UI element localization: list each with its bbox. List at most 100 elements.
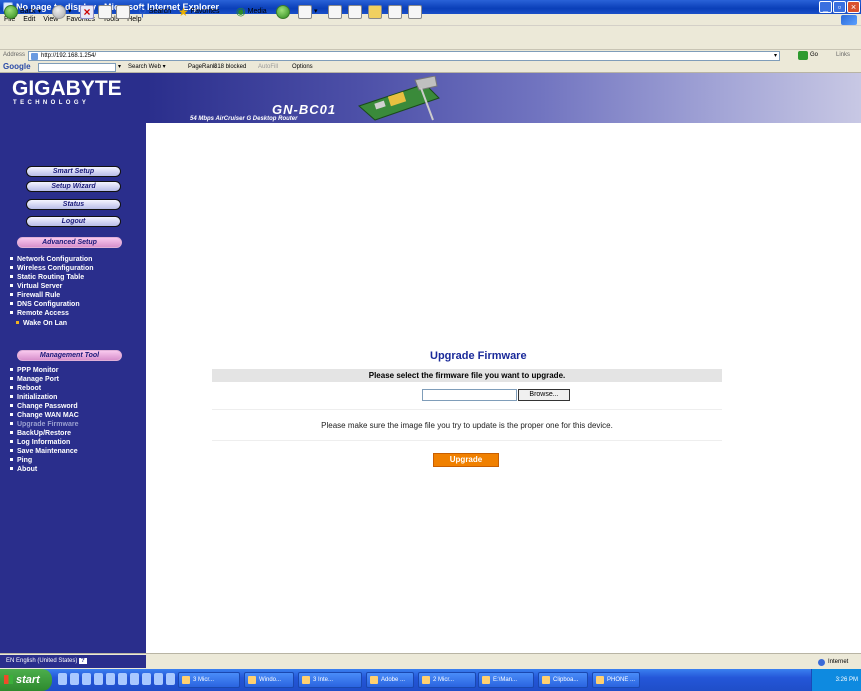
taskbar-item[interactable]: 3 Micr... xyxy=(178,672,240,688)
help-icon[interactable]: ? xyxy=(79,658,87,664)
nav-wireless-configuration[interactable]: Wireless Configuration xyxy=(10,265,94,273)
stop-button[interactable] xyxy=(80,4,94,20)
address-input[interactable]: http://192.168.1.254/ ▾ xyxy=(28,51,780,61)
nav-setup-wizard-button[interactable]: Setup Wizard xyxy=(26,181,121,192)
search-web-button[interactable]: Search Web ▾ xyxy=(128,61,166,73)
quick-launch xyxy=(58,673,175,685)
refresh-button[interactable] xyxy=(98,4,112,20)
popup-blocked-button[interactable]: 318 blocked xyxy=(214,61,246,73)
back-arrow-icon xyxy=(4,5,18,19)
favorites-button[interactable]: ★ Favorites xyxy=(178,4,220,20)
nav-wake-on-lan[interactable]: Wake On Lan xyxy=(16,320,67,328)
google-logo[interactable]: Google xyxy=(3,61,31,73)
options-button[interactable]: Options xyxy=(292,61,313,73)
close-button[interactable]: × xyxy=(847,1,860,13)
autofill-button[interactable]: AutoFill xyxy=(258,61,278,73)
nav-initialization[interactable]: Initialization xyxy=(10,394,57,402)
folder-button[interactable] xyxy=(368,4,382,20)
google-search-input[interactable] xyxy=(38,63,116,72)
google-search-dropdown-icon[interactable]: ▾ xyxy=(118,61,121,73)
print-button[interactable] xyxy=(328,4,342,20)
nav-change-wan-mac[interactable]: Change WAN MAC xyxy=(10,412,79,420)
nav-dns-configuration[interactable]: DNS Configuration xyxy=(10,301,80,309)
nav-remote-access[interactable]: Remote Access xyxy=(10,310,69,318)
history-button[interactable] xyxy=(276,4,290,20)
nav-ping[interactable]: Ping xyxy=(10,457,32,465)
standard-toolbar xyxy=(0,26,861,50)
router-card-image xyxy=(358,76,440,121)
stop-icon xyxy=(80,5,94,19)
research-button[interactable] xyxy=(388,4,402,20)
back-button[interactable]: Back ▾ xyxy=(4,4,41,20)
nav-status-button[interactable]: Status xyxy=(26,199,121,210)
nav-firewall-rule[interactable]: Firewall Rule xyxy=(10,292,60,300)
nav-reboot[interactable]: Reboot xyxy=(10,385,41,393)
media-button[interactable]: ◉ Media xyxy=(236,4,267,20)
language-label: EN English (United States) xyxy=(6,658,78,664)
quick-launch-icon[interactable] xyxy=(130,673,139,685)
taskbar-item[interactable]: E:\Man... xyxy=(478,672,534,688)
advanced-setup-heading: Advanced Setup xyxy=(17,237,122,248)
search-button[interactable]: ⚲ Search xyxy=(138,4,171,20)
quick-launch-icon[interactable] xyxy=(154,673,163,685)
browse-button[interactable]: Browse... xyxy=(518,389,570,401)
address-dropdown-icon[interactable]: ▾ xyxy=(774,52,777,60)
nav-upgrade-firmware[interactable]: Upgrade Firmware xyxy=(10,421,78,429)
taskbar-item[interactable]: PHONE ... xyxy=(592,672,640,688)
nav-network-configuration[interactable]: Network Configuration xyxy=(10,256,92,264)
links-button[interactable]: Links xyxy=(836,51,850,60)
messenger-button[interactable] xyxy=(408,4,422,20)
system-tray-clock: 3:26 PM xyxy=(811,669,861,691)
messenger-icon xyxy=(408,5,422,19)
nav-backup-restore[interactable]: BackUp/Restore xyxy=(10,430,71,438)
nav-ppp-monitor[interactable]: PPP Monitor xyxy=(10,367,58,375)
quick-launch-icon[interactable] xyxy=(58,673,67,685)
upgrade-button[interactable]: Upgrade xyxy=(433,453,499,467)
edit-button[interactable] xyxy=(348,4,362,20)
go-button[interactable]: Go xyxy=(798,51,818,60)
nav-log-information[interactable]: Log Information xyxy=(10,439,70,447)
taskbar-item[interactable]: 2 Micr... xyxy=(418,672,476,688)
home-button[interactable] xyxy=(116,4,130,20)
quick-launch-icon[interactable] xyxy=(118,673,127,685)
mail-button[interactable]: ▾ xyxy=(298,4,318,20)
firmware-file-input[interactable] xyxy=(422,389,517,401)
taskbar-item[interactable]: Windo... xyxy=(244,672,294,688)
brand-logo: GIGABYTE xyxy=(12,77,122,100)
firmware-prompt: Please select the firmware file you want… xyxy=(212,369,722,382)
nav-change-password[interactable]: Change Password xyxy=(10,403,78,411)
forward-arrow-icon xyxy=(52,5,66,19)
forward-button[interactable]: ▾ xyxy=(52,4,72,20)
start-button[interactable]: start xyxy=(0,669,52,691)
file-select-row: Browse... xyxy=(212,387,722,403)
quick-launch-icon[interactable] xyxy=(82,673,91,685)
minimize-button[interactable]: _ xyxy=(819,1,832,13)
nav-static-routing-table[interactable]: Static Routing Table xyxy=(10,274,84,282)
nav-manage-port[interactable]: Manage Port xyxy=(10,376,59,384)
divider xyxy=(212,409,722,410)
nav-virtual-server[interactable]: Virtual Server xyxy=(10,283,62,291)
print-icon xyxy=(328,5,342,19)
research-icon xyxy=(388,5,402,19)
language-bar[interactable]: EN English (United States) ? xyxy=(0,655,146,668)
nav-smart-setup-button[interactable]: Smart Setup xyxy=(26,166,121,177)
nav-logout-button[interactable]: Logout xyxy=(26,216,121,227)
model-description: 54 Mbps AirCruiser G Desktop Router xyxy=(190,116,298,122)
taskbar-item[interactable]: 3 Inte... xyxy=(298,672,362,688)
management-tool-heading: Management Tool xyxy=(17,350,122,361)
model-name: GN-BC01 xyxy=(272,102,337,117)
taskbar-item[interactable]: Adobe ... xyxy=(366,672,414,688)
quick-launch-icon[interactable] xyxy=(166,673,175,685)
go-arrow-icon xyxy=(798,51,808,60)
taskbar-item[interactable]: Clipboa... xyxy=(538,672,588,688)
quick-launch-icon[interactable] xyxy=(106,673,115,685)
globe-icon xyxy=(818,658,825,666)
quick-launch-icon[interactable] xyxy=(142,673,151,685)
quick-launch-icon[interactable] xyxy=(94,673,103,685)
nav-save-maintenance[interactable]: Save Maintenance xyxy=(10,448,78,456)
divider xyxy=(212,440,722,441)
nav-about[interactable]: About xyxy=(10,466,37,474)
quick-launch-icon[interactable] xyxy=(70,673,79,685)
page-icon xyxy=(31,53,38,60)
maximize-button[interactable]: ▫ xyxy=(833,1,846,13)
